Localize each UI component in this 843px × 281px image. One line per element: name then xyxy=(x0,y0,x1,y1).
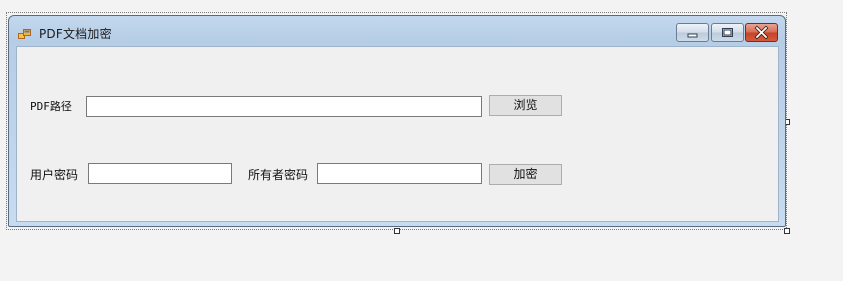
resize-handle-corner[interactable] xyxy=(784,228,790,234)
encrypt-button[interactable]: 加密 xyxy=(489,164,562,185)
browse-button[interactable]: 浏览 xyxy=(489,95,562,116)
minimize-button[interactable] xyxy=(676,23,709,42)
form-client-area: PDF路径 浏览 用户密码 所有者密码 加密 xyxy=(16,46,779,222)
maximize-icon xyxy=(722,28,733,37)
form-window: PDF文档加密 PDF路径 浏览 用户密码 所有者密码 加密 xyxy=(8,15,786,227)
app-window-icon xyxy=(18,26,31,39)
owner-password-input[interactable] xyxy=(317,163,482,184)
title-bar[interactable]: PDF文档加密 xyxy=(9,16,785,46)
maximize-button[interactable] xyxy=(711,23,744,42)
pdf-path-input[interactable] xyxy=(86,96,482,117)
resize-handle-bottom[interactable] xyxy=(394,228,400,234)
owner-password-label: 所有者密码 xyxy=(248,168,309,182)
window-title: PDF文档加密 xyxy=(39,27,112,41)
close-icon xyxy=(754,25,769,40)
user-password-label: 用户密码 xyxy=(30,168,79,182)
pdf-path-label: PDF路径 xyxy=(30,100,72,113)
minimize-icon xyxy=(687,33,698,38)
close-button[interactable] xyxy=(745,23,778,42)
user-password-input[interactable] xyxy=(88,163,232,184)
